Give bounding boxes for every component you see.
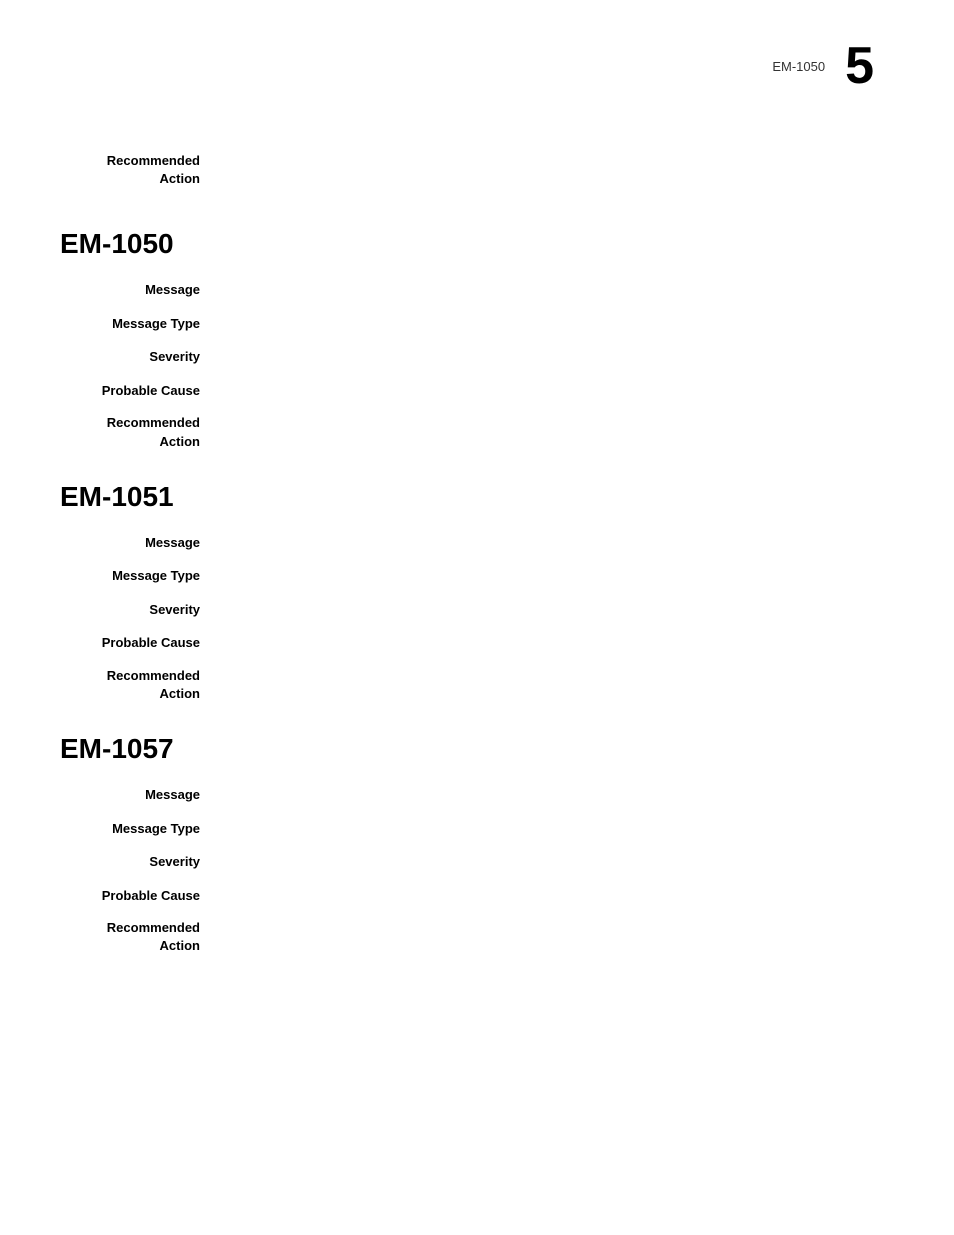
field-value-em-1057-0 (220, 785, 894, 805)
field-value-em-1051-1 (220, 566, 894, 586)
field-label-em-1051-1: Message Type (60, 566, 220, 586)
field-label-em-1051-0: Message (60, 533, 220, 553)
field-value-em-1050-1 (220, 314, 894, 334)
intro-recommended-action-label: RecommendedAction (60, 152, 220, 188)
field-row-em-1051-0: Message (60, 533, 894, 553)
sections-container: EM-1050 Message Message Type Severity Probab… (60, 228, 894, 955)
field-value-em-1051-2 (220, 600, 894, 620)
intro-recommended-action-value (220, 152, 894, 188)
field-label-em-1057-0: Message (60, 785, 220, 805)
field-value-em-1050-3 (220, 381, 894, 401)
field-row-em-1057-2: Severity (60, 852, 894, 872)
intro-section: RecommendedAction (60, 152, 894, 188)
field-label-em-1051-3: Probable Cause (60, 633, 220, 653)
field-row-em-1050-0: Message (60, 280, 894, 300)
field-row-em-1050-1: Message Type (60, 314, 894, 334)
section-em-1051: EM-1051 Message Message Type Severity Probab… (60, 481, 894, 703)
field-label-em-1057-1: Message Type (60, 819, 220, 839)
field-value-em-1050-2 (220, 347, 894, 367)
section-title-em-1050: EM-1050 (60, 228, 894, 260)
field-label-em-1057-2: Severity (60, 852, 220, 872)
field-label-em-1050-2: Severity (60, 347, 220, 367)
field-value-em-1051-3 (220, 633, 894, 653)
field-label-em-1050-4: RecommendedAction (60, 414, 220, 450)
field-row-em-1051-4: RecommendedAction (60, 667, 894, 703)
field-label-em-1050-1: Message Type (60, 314, 220, 334)
field-row-em-1051-2: Severity (60, 600, 894, 620)
field-value-em-1057-1 (220, 819, 894, 839)
field-row-em-1050-2: Severity (60, 347, 894, 367)
field-row-em-1050-4: RecommendedAction (60, 414, 894, 450)
section-em-1050: EM-1050 Message Message Type Severity Probab… (60, 228, 894, 450)
section-title-em-1057: EM-1057 (60, 733, 894, 765)
field-label-em-1057-4: RecommendedAction (60, 919, 220, 955)
field-row-em-1057-1: Message Type (60, 819, 894, 839)
field-label-em-1051-2: Severity (60, 600, 220, 620)
field-value-em-1057-3 (220, 886, 894, 906)
field-label-em-1051-4: RecommendedAction (60, 667, 220, 703)
field-value-em-1057-2 (220, 852, 894, 872)
field-value-em-1051-0 (220, 533, 894, 553)
field-row-em-1057-4: RecommendedAction (60, 919, 894, 955)
field-row-em-1051-1: Message Type (60, 566, 894, 586)
header-code: EM-1050 (772, 59, 825, 74)
section-title-em-1051: EM-1051 (60, 481, 894, 513)
field-value-em-1057-4 (220, 919, 894, 955)
field-row-em-1057-3: Probable Cause (60, 886, 894, 906)
field-label-em-1050-3: Probable Cause (60, 381, 220, 401)
field-label-em-1057-3: Probable Cause (60, 886, 220, 906)
field-row-em-1050-3: Probable Cause (60, 381, 894, 401)
field-value-em-1050-4 (220, 414, 894, 450)
section-em-1057: EM-1057 Message Message Type Severity Probab… (60, 733, 894, 955)
field-value-em-1051-4 (220, 667, 894, 703)
page-number: 5 (845, 40, 874, 92)
field-row-em-1057-0: Message (60, 785, 894, 805)
field-value-em-1050-0 (220, 280, 894, 300)
page-header: EM-1050 5 (60, 40, 894, 92)
intro-recommended-action-row: RecommendedAction (60, 152, 894, 188)
field-row-em-1051-3: Probable Cause (60, 633, 894, 653)
field-label-em-1050-0: Message (60, 280, 220, 300)
